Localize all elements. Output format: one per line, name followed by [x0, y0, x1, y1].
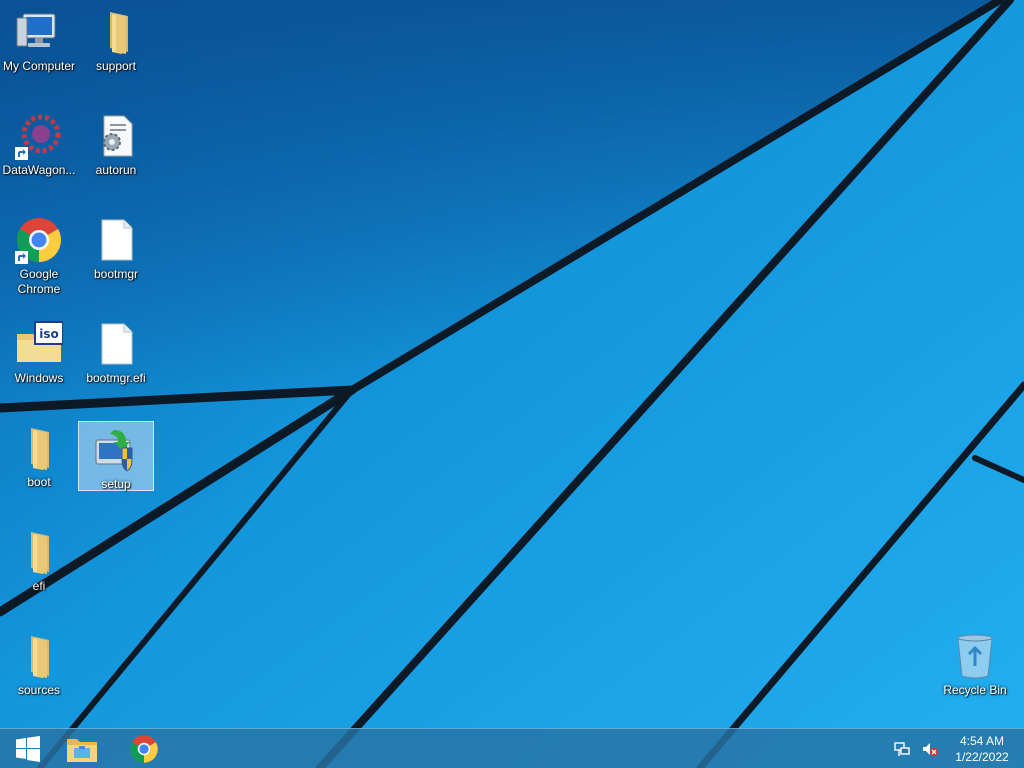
- volume-muted-icon[interactable]: [921, 740, 939, 758]
- sources-folder[interactable]: sources: [1, 628, 77, 698]
- icon-label: sources: [17, 683, 61, 697]
- icon-label: bootmgr.efi: [86, 371, 146, 385]
- system-tray: 4:54 AM 1/22/2022: [888, 729, 1024, 768]
- boot-folder[interactable]: boot: [1, 420, 77, 490]
- blank-file-icon: [92, 320, 140, 368]
- setup-file[interactable]: setup: [78, 421, 154, 491]
- clock-time: 4:54 AM: [959, 734, 1005, 748]
- svg-text:iso: iso: [39, 327, 59, 341]
- bootmgr-efi-file[interactable]: bootmgr.efi: [78, 316, 154, 386]
- icon-label: DataWagon...: [2, 163, 76, 177]
- recycle-bin-icon: [951, 632, 999, 680]
- icon-label: Recycle Bin: [943, 683, 1007, 697]
- blank-file-icon: [92, 216, 140, 264]
- bootmgr-file[interactable]: bootmgr: [78, 212, 154, 282]
- file-explorer-taskbar-button[interactable]: [54, 729, 110, 768]
- my-computer-icon[interactable]: My Computer: [1, 4, 77, 74]
- recycle-bin[interactable]: Recycle Bin: [937, 628, 1013, 698]
- autorun-file[interactable]: autorun: [78, 108, 154, 178]
- windows-logo-icon: [16, 736, 40, 762]
- icon-label: efi: [32, 579, 46, 593]
- windows-iso-file[interactable]: iso Windows: [1, 316, 77, 386]
- clock-date: 1/22/2022: [955, 750, 1009, 764]
- icon-label: setup: [101, 477, 131, 491]
- file-explorer-icon: [67, 739, 97, 762]
- gear-logo-icon: [15, 112, 63, 160]
- datawagon-shortcut[interactable]: DataWagon...: [1, 108, 77, 178]
- icon-label: autorun: [95, 163, 137, 177]
- icon-label: My Computer: [2, 59, 76, 73]
- icon-label: Windows: [14, 371, 64, 385]
- setup-installer-icon: [92, 426, 140, 474]
- google-chrome-shortcut[interactable]: Google Chrome: [1, 212, 77, 297]
- icon-label: bootmgr: [93, 267, 139, 281]
- settings-file-icon: [92, 112, 140, 160]
- shortcut-arrow-icon: [15, 251, 28, 264]
- efi-folder[interactable]: efi: [1, 524, 77, 594]
- network-icon[interactable]: [893, 740, 911, 758]
- computer-icon: [15, 8, 63, 56]
- chrome-icon: [15, 216, 63, 264]
- folder-icon: [92, 8, 140, 56]
- taskbar[interactable]: 4:54 AM 1/22/2022: [0, 728, 1024, 768]
- folder-icon: [15, 528, 63, 576]
- icon-label: boot: [27, 475, 51, 489]
- folder-icon: [15, 632, 63, 680]
- icon-label: Google Chrome: [17, 267, 61, 296]
- chrome-taskbar-button[interactable]: [116, 729, 172, 768]
- folder-icon: [15, 424, 63, 472]
- clock[interactable]: 4:54 AM 1/22/2022: [950, 733, 1014, 765]
- iso-file-icon: iso: [15, 320, 64, 368]
- icon-label: support: [95, 59, 137, 73]
- shortcut-arrow-icon: [15, 147, 28, 160]
- support-folder[interactable]: support: [78, 4, 154, 74]
- chrome-icon: [130, 735, 158, 763]
- desktop[interactable]: My Computer support DataWagon... autorun…: [0, 0, 1024, 768]
- start-button[interactable]: [0, 729, 56, 768]
